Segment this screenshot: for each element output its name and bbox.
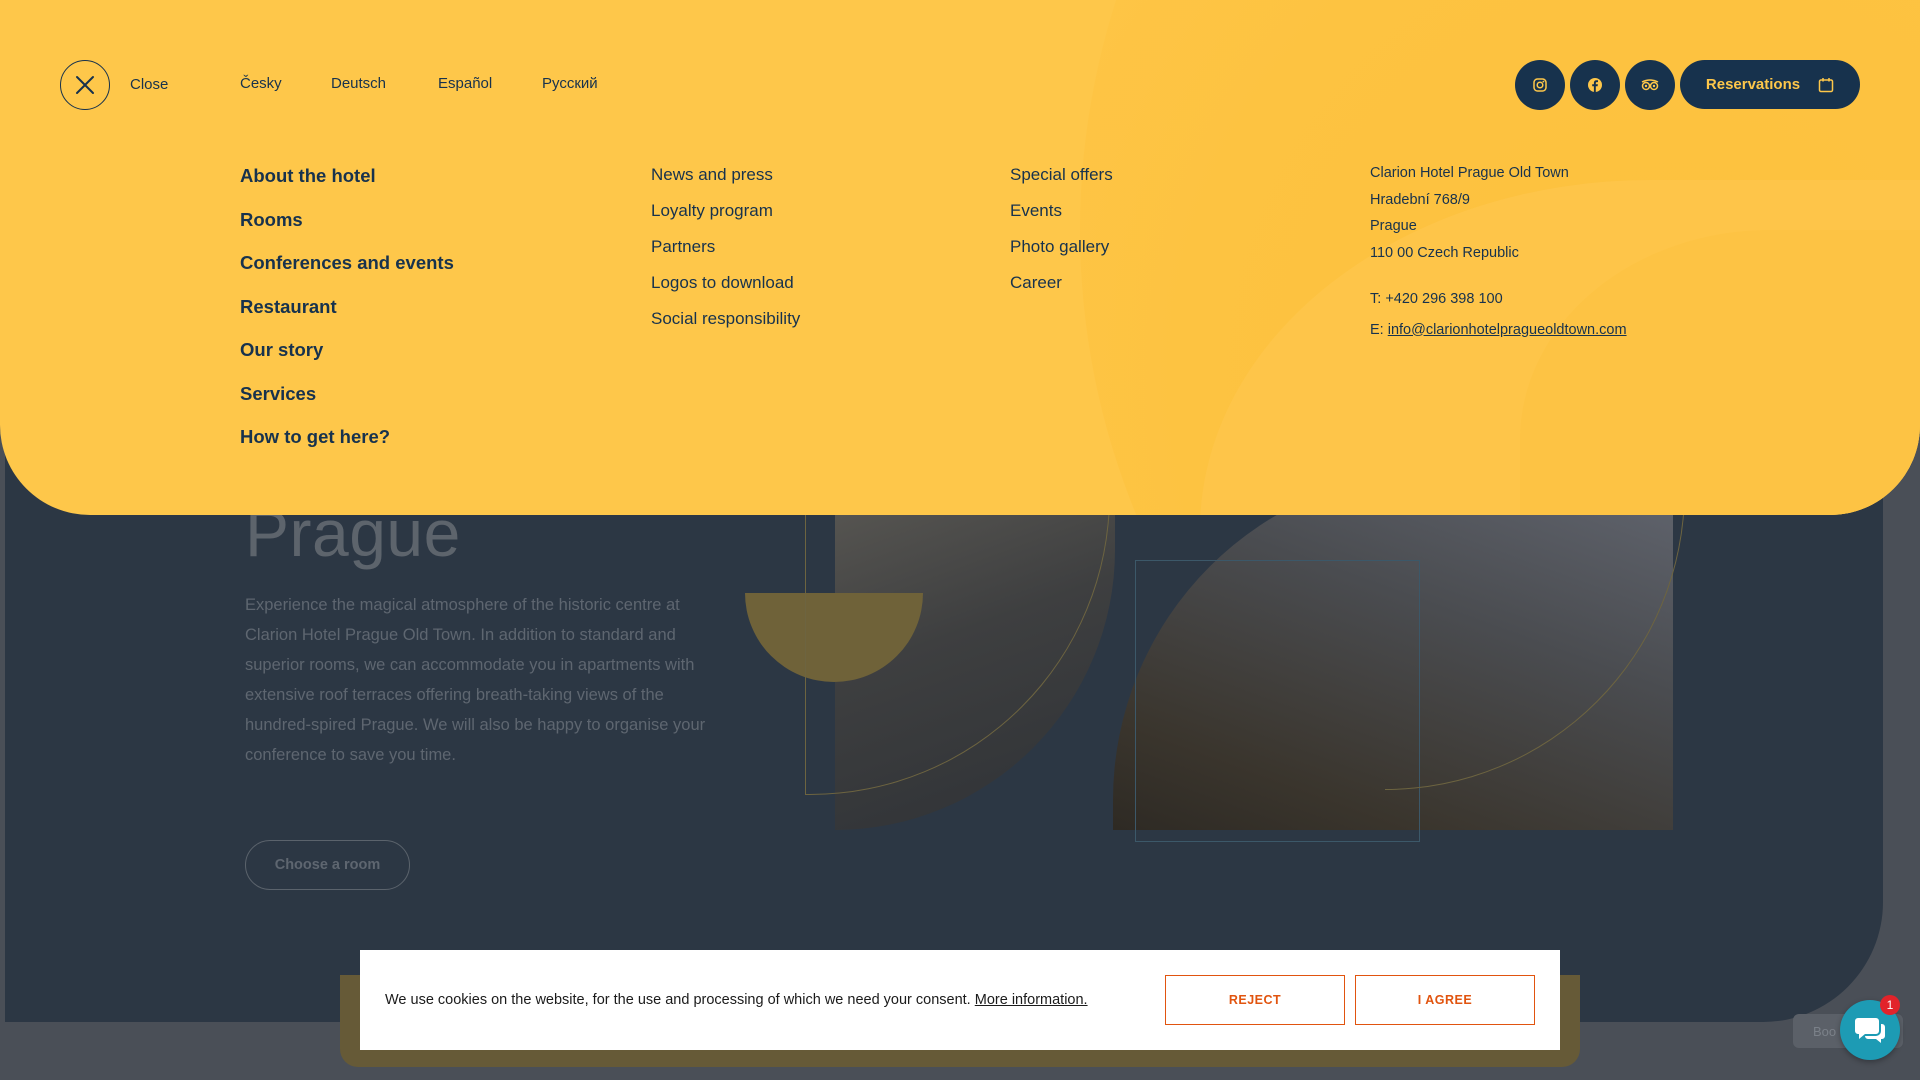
hotel-email-link[interactable]: info@clarionhotelpragueoldtown.com	[1388, 322, 1627, 338]
nav-how-to-get-here[interactable]: How to get here?	[240, 421, 454, 465]
chat-icon	[1855, 1018, 1885, 1043]
lang-german[interactable]: Deutsch	[331, 75, 386, 92]
close-label[interactable]: Close	[130, 76, 168, 93]
nav-career[interactable]: Career	[1010, 268, 1113, 304]
nav-restaurant[interactable]: Restaurant	[240, 291, 454, 335]
email-prefix: E:	[1370, 321, 1388, 338]
hero-description: Experience the magical atmosphere of the…	[245, 596, 706, 764]
instagram-button[interactable]	[1515, 60, 1565, 110]
chat-notification-badge: 1	[1880, 995, 1900, 1015]
hotel-name: Clarion Hotel Prague Old Town	[1370, 165, 1569, 181]
contact-info: Clarion Hotel Prague Old Town Hradební 7…	[1370, 160, 1627, 343]
lang-spanish[interactable]: Español	[438, 75, 492, 92]
decorative-line	[805, 495, 1110, 795]
hotel-street: Hradební 768/9	[1370, 191, 1470, 208]
lang-czech[interactable]: Česky	[240, 75, 282, 92]
hotel-phone-row: T: +420 296 398 100	[1370, 286, 1627, 313]
nav-events[interactable]: Events	[1010, 196, 1113, 232]
decorative-frame	[1135, 560, 1420, 842]
hotel-phone[interactable]: +420 296 398 100	[1385, 291, 1502, 307]
cookie-message: We use cookies on the website, for the u…	[385, 992, 1088, 1008]
secondary-nav-links: News and press Loyalty program Partners …	[651, 160, 800, 340]
hotel-city: Prague	[1370, 218, 1417, 234]
cookie-agree-button[interactable]: I AGREE	[1355, 975, 1535, 1025]
nav-conferences-events[interactable]: Conferences and events	[240, 247, 454, 291]
cookie-more-info-link[interactable]: More information.	[975, 992, 1088, 1008]
nav-news-press[interactable]: News and press	[651, 160, 800, 196]
calendar-icon	[1818, 77, 1834, 92]
hotel-zip-country: 110 00 Czech Republic	[1370, 244, 1519, 261]
reservations-button[interactable]: Reservations	[1680, 60, 1860, 109]
cookie-text: We use cookies on the website, for the u…	[385, 992, 971, 1008]
lang-russian[interactable]: Русский	[542, 75, 598, 92]
nav-services[interactable]: Services	[240, 378, 454, 422]
reservations-label: Reservations	[1705, 76, 1801, 93]
nav-social-responsibility[interactable]: Social responsibility	[651, 304, 800, 340]
nav-logos-download[interactable]: Logos to download	[651, 268, 800, 304]
nav-rooms[interactable]: Rooms	[240, 204, 454, 248]
main-menu-overlay: Close Česky Deutsch Español Русский Rese…	[0, 0, 1920, 515]
close-icon	[76, 76, 94, 94]
nav-special-offers[interactable]: Special offers	[1010, 160, 1113, 196]
choose-room-button[interactable]: Choose a room	[245, 840, 410, 890]
tripadvisor-button[interactable]	[1625, 60, 1675, 110]
tertiary-nav-links: Special offers Events Photo gallery Care…	[1010, 160, 1113, 304]
close-menu-button[interactable]	[60, 60, 110, 110]
hotel-email-row: E: info@clarionhotelpragueoldtown.com	[1370, 317, 1627, 344]
cookie-reject-button[interactable]: REJECT	[1165, 975, 1345, 1025]
nav-partners[interactable]: Partners	[651, 232, 800, 268]
facebook-button[interactable]	[1570, 60, 1620, 110]
nav-about-hotel[interactable]: About the hotel	[240, 160, 454, 204]
nav-our-story[interactable]: Our story	[240, 334, 454, 378]
instagram-icon	[1533, 78, 1547, 92]
phone-prefix: T:	[1370, 291, 1386, 307]
facebook-icon	[1588, 78, 1602, 92]
cookie-consent-bar: We use cookies on the website, for the u…	[360, 950, 1560, 1050]
nav-photo-gallery[interactable]: Photo gallery	[1010, 232, 1113, 268]
main-nav-links: About the hotel Rooms Conferences and ev…	[240, 160, 454, 465]
tripadvisor-icon	[1641, 79, 1659, 91]
nav-loyalty-program[interactable]: Loyalty program	[651, 196, 800, 232]
